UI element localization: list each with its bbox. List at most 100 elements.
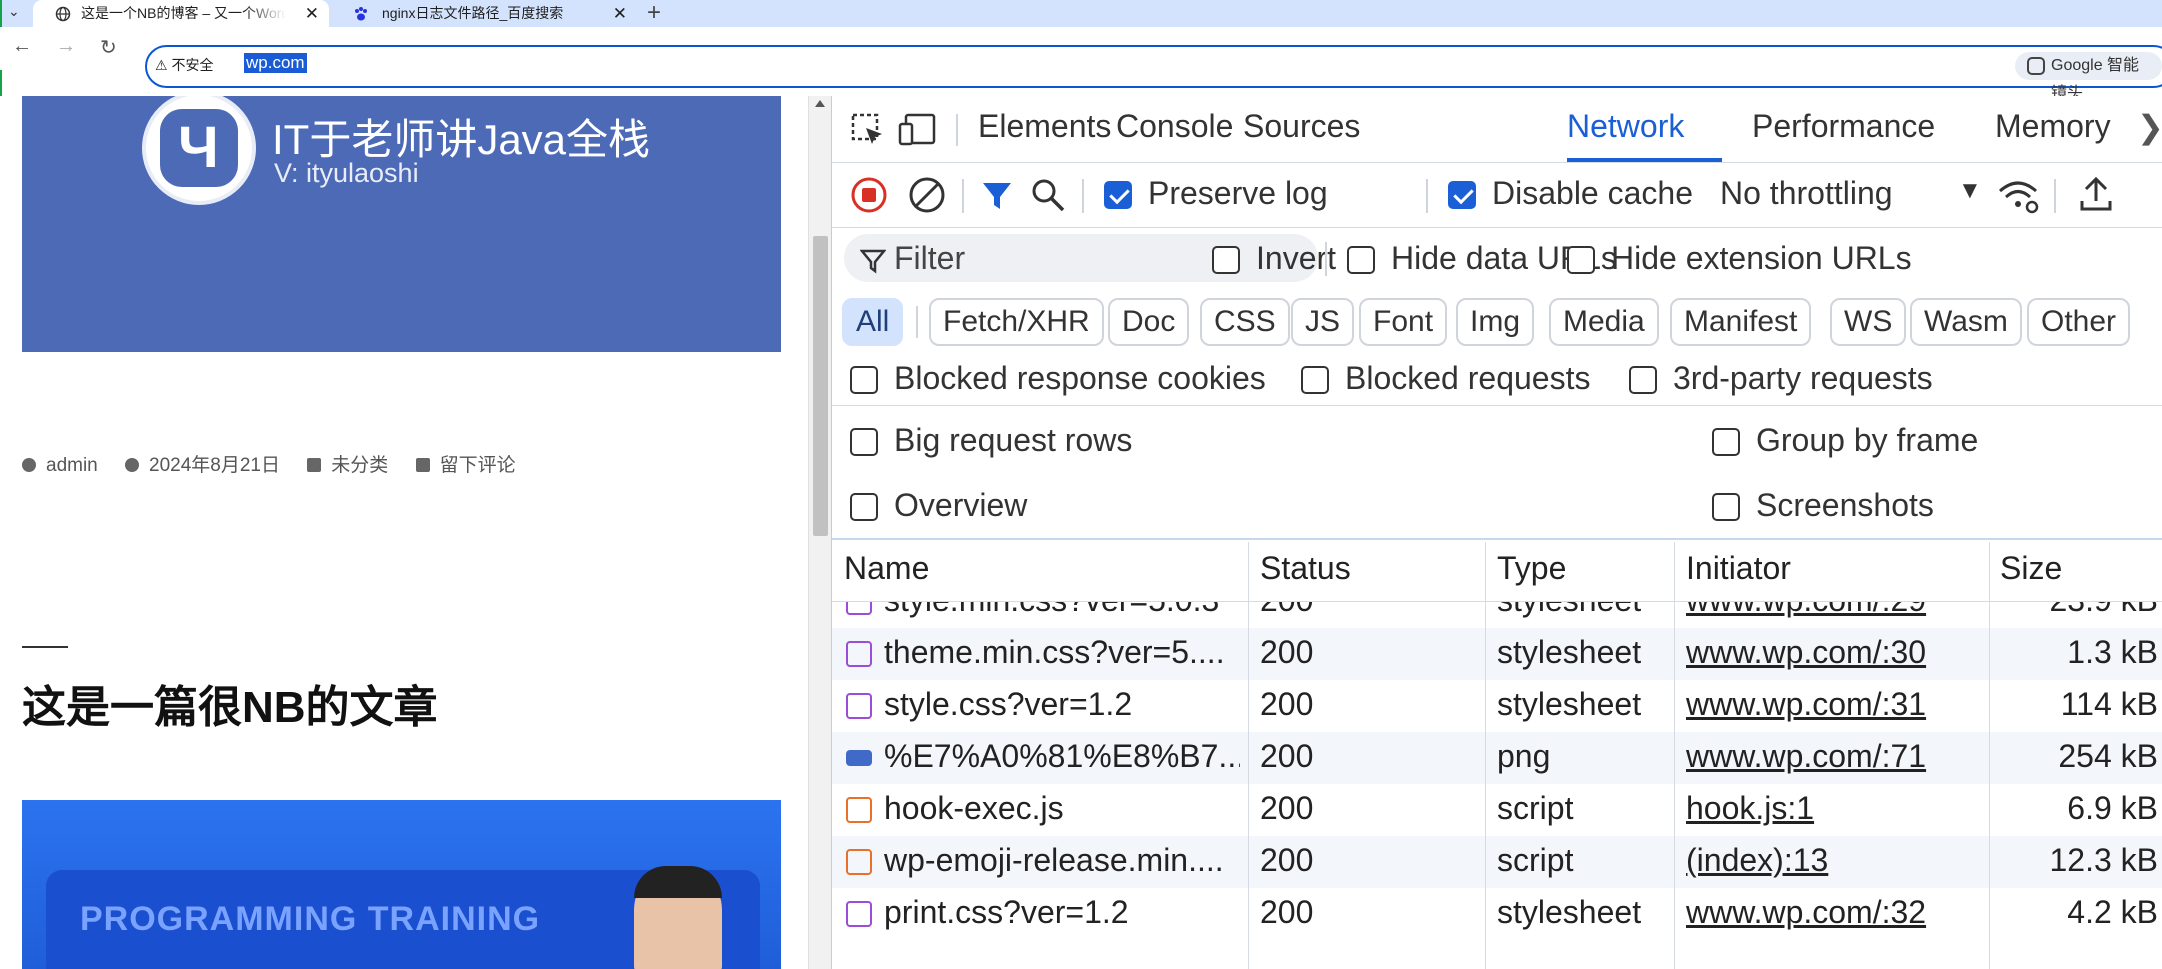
address-bar[interactable] [145, 45, 2162, 88]
import-har-icon[interactable] [2078, 175, 2114, 213]
checkbox-checked[interactable] [1104, 181, 1132, 209]
dropdown-arrow-icon[interactable]: ▼ [1958, 177, 1982, 205]
type-filter-other[interactable]: Other [2027, 298, 2131, 346]
table-row[interactable]: hook-exec.js 200 script hook.js:1 6.9 kB [832, 784, 2162, 836]
request-initiator[interactable]: www.wp.com/:71 [1686, 738, 1986, 775]
hide-extension-urls-checkbox[interactable]: Hide extension URLs [1567, 240, 1912, 277]
clear-icon[interactable] [908, 176, 946, 214]
devtools-tab-bar: Elements Console Sources Network Perform… [832, 96, 2162, 163]
column-size[interactable]: Size [2000, 550, 2062, 587]
throttling-select[interactable]: No throttling [1720, 175, 1893, 212]
request-initiator[interactable]: www.wp.com/:31 [1686, 686, 1986, 723]
table-row[interactable]: %E7%A0%81%E8%B7... 200 png www.wp.com/:71 25… [832, 732, 2162, 784]
close-tab-icon[interactable]: ✕ [613, 0, 627, 27]
tab-performance[interactable]: Performance [1752, 108, 1935, 145]
disable-cache-checkbox[interactable]: Disable cache [1448, 175, 1693, 212]
checkbox-unchecked[interactable] [1212, 246, 1240, 274]
checkbox-unchecked[interactable] [1347, 246, 1375, 274]
more-tabs-icon[interactable]: ❯ [2137, 108, 2162, 146]
column-name[interactable]: Name [844, 550, 929, 587]
tab-search-chevron-icon[interactable]: ⌄ [8, 3, 20, 20]
site-logo[interactable]: Ч [142, 96, 256, 205]
comment-link[interactable]: 留下评论 [440, 455, 516, 476]
column-initiator[interactable]: Initiator [1686, 550, 1791, 587]
google-lens-button[interactable]: Google 智能镜头 [2015, 52, 2162, 102]
checkbox-unchecked[interactable] [850, 493, 878, 521]
group-by-frame-checkbox[interactable]: Group by frame [1712, 422, 1978, 459]
type-filter-ws[interactable]: WS [1830, 298, 1907, 346]
type-filter-doc[interactable]: Doc [1108, 298, 1190, 346]
table-row[interactable]: print.css?ver=1.2 200 stylesheet www.wp.com… [832, 888, 2162, 940]
table-row[interactable]: style.css?ver=1.2 200 stylesheet www.wp.com… [832, 680, 2162, 732]
screenshots-checkbox[interactable]: Screenshots [1712, 487, 1934, 524]
big-request-rows-checkbox[interactable]: Big request rows [850, 422, 1132, 459]
post-title[interactable]: 这是一篇很NB的文章 [22, 671, 438, 735]
table-row[interactable]: theme.min.css?ver=5.... 200 stylesheet www.… [832, 628, 2162, 680]
filter-funnel-icon[interactable] [980, 179, 1014, 213]
type-filter-fetch-xhr[interactable]: Fetch/XHR [929, 298, 1104, 346]
post-featured-image[interactable]: PROGRAMMING TRAINING [22, 800, 781, 969]
checkbox-unchecked[interactable] [850, 366, 878, 394]
device-toolbar-icon[interactable] [898, 112, 938, 148]
page-scrollbar[interactable] [808, 96, 831, 969]
overview-checkbox[interactable]: Overview [850, 487, 1027, 524]
checkbox-unchecked[interactable] [1629, 366, 1657, 394]
search-icon[interactable] [1030, 177, 1066, 213]
preserve-log-checkbox[interactable]: Preserve log [1104, 175, 1328, 212]
tab-sources[interactable]: Sources [1243, 108, 1360, 145]
divider [2054, 179, 2056, 213]
scrollbar-thumb[interactable] [813, 236, 828, 536]
network-conditions-icon[interactable] [1996, 177, 2040, 215]
filter-placeholder[interactable]: Filter [894, 240, 965, 277]
blocked-cookies-checkbox[interactable]: Blocked response cookies [850, 360, 1266, 397]
security-indicator[interactable]: ⚠ 不安全 [155, 55, 213, 75]
tab-memory[interactable]: Memory [1995, 108, 2111, 145]
type-filter-css[interactable]: CSS [1200, 298, 1290, 346]
inspect-element-icon[interactable] [850, 112, 886, 148]
type-filter-wasm[interactable]: Wasm [1910, 298, 2022, 346]
type-filter-font[interactable]: Font [1359, 298, 1448, 346]
type-filter-media[interactable]: Media [1549, 298, 1659, 346]
tab-network[interactable]: Network [1567, 108, 1684, 145]
back-arrow-icon[interactable]: ← [12, 35, 32, 58]
column-type[interactable]: Type [1497, 550, 1566, 587]
column-status[interactable]: Status [1260, 550, 1351, 587]
checkbox-unchecked[interactable] [1712, 493, 1740, 521]
checkbox-unchecked[interactable] [1567, 246, 1595, 274]
request-initiator[interactable]: (index):13 [1686, 842, 1986, 879]
checkbox-unchecked[interactable] [850, 428, 878, 456]
new-tab-button[interactable]: + [647, 0, 661, 27]
request-status: 200 [1260, 686, 1314, 722]
type-filter-js[interactable]: JS [1291, 298, 1355, 346]
checkbox-checked[interactable] [1448, 181, 1476, 209]
type-filter-all[interactable]: All [842, 298, 904, 346]
request-initiator[interactable]: www.wp.com/:30 [1686, 634, 1986, 671]
comment-icon [415, 458, 430, 472]
request-initiator[interactable]: www.wp.com/:32 [1686, 894, 1986, 931]
url-text[interactable]: wp.com [244, 53, 307, 73]
blocked-requests-checkbox[interactable]: Blocked requests [1301, 360, 1590, 397]
reload-icon[interactable]: ↻ [100, 35, 117, 60]
person-photo [634, 866, 722, 969]
table-row[interactable]: wp-emoji-release.min.... 200 script (index)… [832, 836, 2162, 888]
scroll-up-icon[interactable] [815, 100, 825, 107]
checkbox-unchecked[interactable] [1301, 366, 1329, 394]
tab-elements[interactable]: Elements [978, 108, 1111, 145]
stop-recording-icon[interactable] [850, 176, 888, 214]
request-status: 200 [1260, 738, 1314, 774]
request-initiator[interactable]: hook.js:1 [1686, 790, 1986, 827]
invert-checkbox[interactable]: Invert [1212, 240, 1336, 277]
type-filter-img[interactable]: Img [1456, 298, 1535, 346]
logo-letter: Ч [178, 115, 219, 180]
author-link[interactable]: admin [46, 455, 98, 476]
browser-tab-blog[interactable]: 这是一个NB的博客 – 又一个WordPress站点 ✕ [33, 0, 329, 27]
category-link[interactable]: 未分类 [331, 455, 388, 476]
date-link[interactable]: 2024年8月21日 [149, 455, 280, 476]
close-tab-icon[interactable]: ✕ [305, 0, 319, 27]
type-filter-manifest[interactable]: Manifest [1670, 298, 1812, 346]
third-party-checkbox[interactable]: 3rd-party requests [1629, 360, 1933, 397]
forward-arrow-icon[interactable]: → [56, 35, 76, 58]
tab-console[interactable]: Console [1116, 108, 1233, 145]
checkbox-unchecked[interactable] [1712, 428, 1740, 456]
browser-tab-baidu[interactable]: nginx日志文件路径_百度搜索 ✕ [345, 0, 637, 27]
